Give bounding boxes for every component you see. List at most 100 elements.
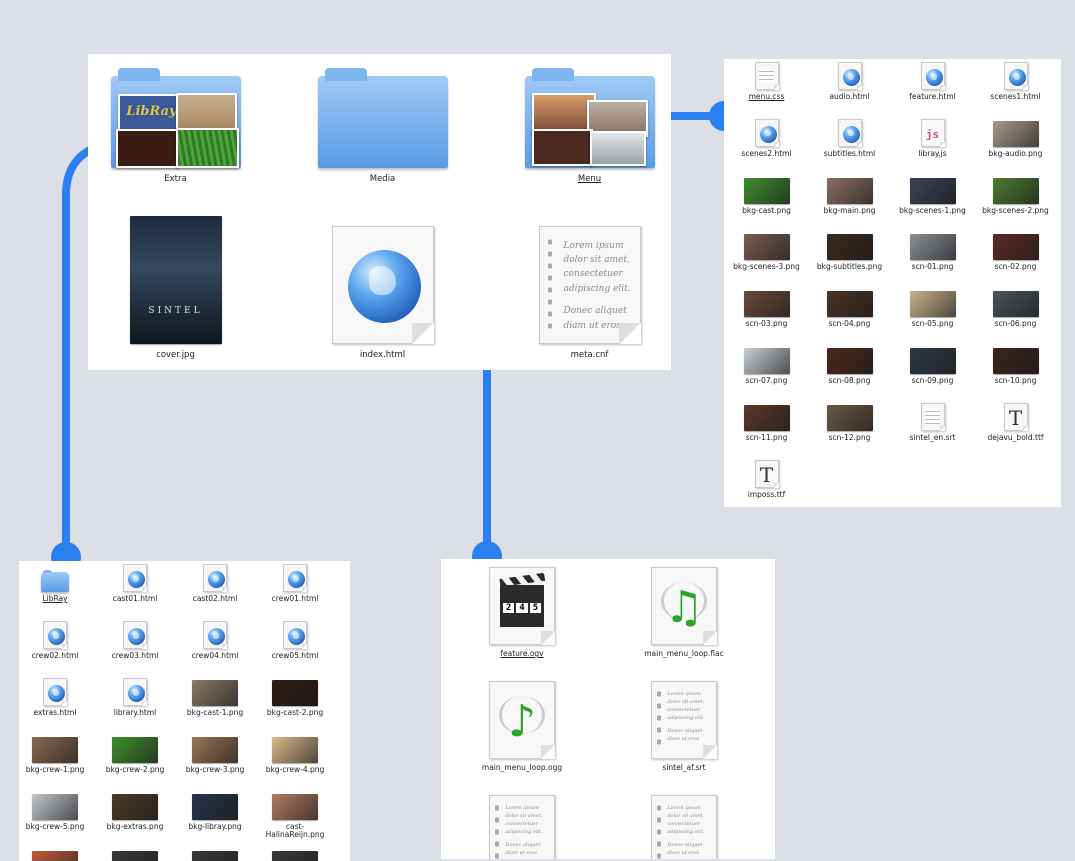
file-item-main-menu-loop-ogg[interactable]: ♪ main_menu_loop.ogg <box>441 673 603 787</box>
file-item-bkg-cast-png[interactable]: bkg-cast.png <box>725 173 808 230</box>
file-item-scn-10-png[interactable]: scn-10.png <box>974 343 1057 400</box>
file-item-cover-jpg[interactable]: SINTEL cover.jpg <box>88 212 279 370</box>
file-item-libray-js[interactable]: js libray.js <box>891 116 974 173</box>
file-name: cast-HalinaReijn.png <box>265 822 325 839</box>
file-item-extras-html[interactable]: extras.html <box>19 675 95 732</box>
file-item[interactable] <box>175 846 255 861</box>
file-item-bkg-scenes-2-png[interactable]: bkg-scenes-2.png <box>974 173 1057 230</box>
file-item-bkg-crew-1-png[interactable]: bkg-crew-1.png <box>19 732 95 789</box>
file-name: main_menu_loop.ogg <box>481 763 563 772</box>
file-item-scenes2-html[interactable]: scenes2.html <box>725 116 808 173</box>
file-item-libray[interactable]: LibRay <box>19 561 95 618</box>
file-item-sintel-af-srt[interactable]: Lorem ipsum dolor sit amet, consectetuer ad… <box>603 673 765 787</box>
file-item-bkg-crew-4-png[interactable]: bkg-crew-4.png <box>255 732 335 789</box>
file-name: cover.jpg <box>156 350 195 360</box>
file-item-scn-09-png[interactable]: scn-09.png <box>891 343 974 400</box>
file-item-dejavu-bold-ttf[interactable]: Tdejavu_bold.ttf <box>974 400 1057 457</box>
file-item-bkg-crew-3-png[interactable]: bkg-crew-3.png <box>175 732 255 789</box>
globe-shape <box>48 628 65 645</box>
file-thumb: Lorem ipsum dolor sit amet, consectetuer ad… <box>644 677 724 759</box>
globe-shape <box>128 628 145 645</box>
file-item-scenes1-html[interactable]: scenes1.html <box>974 59 1057 116</box>
html-icon <box>283 621 308 649</box>
file-item-bkg-subtitles-png[interactable]: bkg-subtitles.png <box>808 229 891 286</box>
file-item-meta-cnf[interactable]: Lorem ipsum dolor sit amet, consectetuer ad… <box>486 212 671 370</box>
file-item[interactable] <box>255 846 335 861</box>
image-icon <box>272 794 318 820</box>
file-thumb <box>737 289 797 318</box>
file-thumb <box>185 792 245 820</box>
clapper-digit: 2 <box>502 602 515 613</box>
file-item-audio-html[interactable]: audio.html <box>808 59 891 116</box>
file-item-scn-04-png[interactable]: scn-04.png <box>808 286 891 343</box>
file-item-feature-html[interactable]: feature.html <box>891 59 974 116</box>
image-icon <box>112 851 158 861</box>
file-item-bkg-libray-png[interactable]: bkg-libray.png <box>175 789 255 846</box>
file-item-bkg-scenes-1-png[interactable]: bkg-scenes-1.png <box>891 173 974 230</box>
file-name: scn-12.png <box>828 432 871 442</box>
file-item-crew03-html[interactable]: crew03.html <box>95 618 175 675</box>
file-item-crew01-html[interactable]: crew01.html <box>255 561 335 618</box>
file-item[interactable] <box>19 846 95 861</box>
file-item-bkg-crew-5-png[interactable]: bkg-crew-5.png <box>19 789 95 846</box>
file-item-scn-11-png[interactable]: scn-11.png <box>725 400 808 457</box>
file-item-crew02-html[interactable]: crew02.html <box>19 618 95 675</box>
file-item-cast01-html[interactable]: cast01.html <box>95 561 175 618</box>
file-item-scn-02-png[interactable]: scn-02.png <box>974 229 1057 286</box>
file-item-media[interactable]: Media <box>279 54 486 212</box>
file-item-scn-08-png[interactable]: scn-08.png <box>808 343 891 400</box>
file-item[interactable]: Lorem ipsum dolor sit amet, consectetuer ad… <box>441 787 603 859</box>
file-thumb <box>986 176 1046 204</box>
file-name: bkg-cast.png <box>742 205 791 215</box>
file-item-sintel-en-srt[interactable]: sintel_en.srt <box>891 400 974 457</box>
file-thumb <box>105 564 165 592</box>
file-thumb: Lorem ipsum dolor sit amet, consectetuer ad… <box>520 214 660 344</box>
file-item-imposs-ttf[interactable]: Timposs.ttf <box>725 457 808 507</box>
file-item-scn-06-png[interactable]: scn-06.png <box>974 286 1057 343</box>
html-icon <box>837 118 862 147</box>
file-item-scn-05-png[interactable]: scn-05.png <box>891 286 974 343</box>
file-thumb <box>903 346 963 374</box>
image-icon <box>272 851 318 861</box>
file-item-bkg-scenes-3-png[interactable]: bkg-scenes-3.png <box>725 229 808 286</box>
file-item-subtitles-html[interactable]: subtitles.html <box>808 116 891 173</box>
file-item-menu-css[interactable]: menu.css <box>725 59 808 116</box>
file-item-library-html[interactable]: library.html <box>95 675 175 732</box>
file-thumb <box>737 232 797 261</box>
file-item-main-menu-loop-flac[interactable]: ♫ main_menu_loop.flac <box>603 559 765 673</box>
file-item-menu[interactable]: Menu <box>486 54 671 212</box>
file-item-scn-03-png[interactable]: scn-03.png <box>725 286 808 343</box>
file-item-bkg-audio-png[interactable]: bkg-audio.png <box>974 116 1057 173</box>
file-name: scn-02.png <box>994 262 1037 272</box>
file-item-extra[interactable]: LibRay Extra <box>88 54 279 212</box>
text-file-icon <box>920 402 945 431</box>
file-thumb: Lorem ipsum dolor sit amet, consectetuer ad… <box>482 791 562 859</box>
photo-snow <box>589 131 646 167</box>
file-name: scn-08.png <box>828 375 871 385</box>
file-item-scn-01-png[interactable]: scn-01.png <box>891 229 974 286</box>
file-item-scn-07-png[interactable]: scn-07.png <box>725 343 808 400</box>
file-item-bkg-crew-2-png[interactable]: bkg-crew-2.png <box>95 732 175 789</box>
file-name: bkg-audio.png <box>988 148 1043 158</box>
font-icon: T <box>1003 402 1028 431</box>
file-item-cast-halinareijn-png[interactable]: cast-HalinaReijn.png <box>255 789 335 846</box>
file-item-bkg-cast-2-png[interactable]: bkg-cast-2.png <box>255 675 335 732</box>
file-item-crew04-html[interactable]: crew04.html <box>175 618 255 675</box>
file-thumb <box>105 678 165 706</box>
menu-file-grid: menu.css audio.html feature.html scenes1.ht… <box>725 59 1061 507</box>
lorem-line: adipiscing elit. <box>505 828 543 835</box>
file-item-feature-ogv[interactable]: 2 4 5 feature.ogv <box>441 559 603 673</box>
file-item-bkg-extras-png[interactable]: bkg-extras.png <box>95 789 175 846</box>
file-item-bkg-cast-1-png[interactable]: bkg-cast-1.png <box>175 675 255 732</box>
file-item[interactable]: Lorem ipsum dolor sit amet, consectetuer ad… <box>603 787 765 859</box>
text-file-icon <box>754 62 779 90</box>
image-icon <box>826 177 873 204</box>
file-item-bkg-main-png[interactable]: bkg-main.png <box>808 173 891 230</box>
file-item-scn-12-png[interactable]: scn-12.png <box>808 400 891 457</box>
file-name: Extra <box>164 174 187 184</box>
file-item-index-html[interactable]: index.html <box>279 212 486 370</box>
file-thumb: js <box>903 118 963 147</box>
file-item-crew05-html[interactable]: crew05.html <box>255 618 335 675</box>
file-item[interactable] <box>95 846 175 861</box>
file-item-cast02-html[interactable]: cast02.html <box>175 561 255 618</box>
